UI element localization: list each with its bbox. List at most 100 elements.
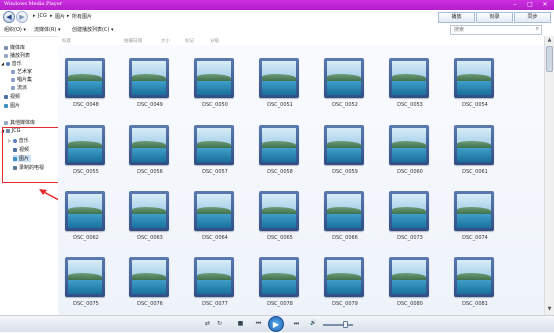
- tab-burn[interactable]: 刻录: [476, 12, 513, 23]
- picture-label: DSC_0053: [397, 102, 423, 108]
- tab-play[interactable]: 播放: [438, 12, 475, 23]
- picture-grid: DSC_0048 DSC_0049 DSC_0050 DSC_0051 DSC_0052…: [58, 45, 544, 315]
- picture-label: DSC_0060: [397, 169, 423, 175]
- picture-label: DSC_0065: [267, 235, 293, 241]
- previous-button[interactable]: ⏮: [254, 319, 263, 328]
- create-playlist-menu[interactable]: 创建播放列表(C) ▾: [72, 26, 114, 33]
- maximize-button[interactable]: □: [523, 0, 537, 9]
- breadcrumb-sep: ▸: [33, 13, 36, 19]
- picture-thumbnail[interactable]: [65, 58, 105, 98]
- picture-thumbnail[interactable]: [389, 191, 429, 231]
- video-icon: [4, 94, 8, 99]
- picture-thumbnail[interactable]: [389, 125, 429, 165]
- picture-thumbnail[interactable]: [65, 191, 105, 231]
- organize-menu[interactable]: 组织(O) ▾: [4, 26, 26, 33]
- volume-icon[interactable]: 🔊: [309, 319, 318, 328]
- search-box[interactable]: 搜索 ⌕: [450, 25, 542, 35]
- picture-thumbnail[interactable]: [194, 58, 234, 98]
- sidebar-item-playlists[interactable]: 播放列表: [4, 52, 30, 59]
- picture-label: DSC_0063: [137, 235, 163, 241]
- picture-label: DSC_0066: [332, 235, 358, 241]
- picture-label: DSC_0074: [462, 235, 488, 241]
- picture-thumbnail[interactable]: [194, 125, 234, 165]
- play-button[interactable]: ▶: [268, 316, 284, 332]
- picture-thumbnail[interactable]: [194, 191, 234, 231]
- sidebar-item-library[interactable]: 媒体库: [4, 44, 25, 51]
- column-tags[interactable]: 标记: [185, 38, 194, 44]
- picture-thumbnail[interactable]: [324, 125, 364, 165]
- forward-button[interactable]: ▶: [16, 11, 28, 23]
- picture-thumbnail[interactable]: [389, 58, 429, 98]
- collapse-arrow-icon[interactable]: ◢: [1, 61, 4, 66]
- vertical-scrollbar[interactable]: ▲ ▼: [544, 36, 554, 315]
- picture-thumbnail[interactable]: [454, 125, 494, 165]
- breadcrumb-sep: ▸: [50, 13, 53, 19]
- sidebar-item-genre[interactable]: 流派: [11, 84, 27, 91]
- picture-thumbnail[interactable]: [454, 191, 494, 231]
- picture-label: DSC_0057: [202, 169, 228, 175]
- tab-sync[interactable]: 同步: [514, 12, 551, 23]
- repeat-button[interactable]: ↻: [215, 319, 224, 328]
- other-libraries-icon: [4, 120, 8, 125]
- breadcrumb-all-pictures[interactable]: 所有图片: [72, 13, 92, 20]
- column-rating[interactable]: 分级: [210, 38, 219, 44]
- shuffle-button[interactable]: ⇄: [203, 319, 212, 328]
- picture-thumbnail[interactable]: [259, 257, 299, 297]
- picture-thumbnail[interactable]: [129, 58, 169, 98]
- picture-thumbnail[interactable]: [129, 125, 169, 165]
- volume-slider-handle[interactable]: [343, 321, 348, 328]
- picture-thumbnail[interactable]: [324, 191, 364, 231]
- picture-thumbnail[interactable]: [389, 257, 429, 297]
- picture-label: DSC_0062: [73, 235, 99, 241]
- sidebar-item-videos[interactable]: 视频: [4, 93, 20, 100]
- player-controls: ⇄ ↻ ■ ⏮ ▶ ⏭ 🔊: [0, 315, 554, 332]
- search-icon[interactable]: ⌕: [536, 25, 539, 33]
- picture-thumbnail[interactable]: [65, 125, 105, 165]
- picture-thumbnail[interactable]: [129, 257, 169, 297]
- picture-thumbnail[interactable]: [259, 125, 299, 165]
- column-size[interactable]: 大小: [161, 38, 170, 44]
- picture-thumbnail[interactable]: [259, 191, 299, 231]
- picture-thumbnail[interactable]: [259, 58, 299, 98]
- stop-button[interactable]: ■: [236, 319, 245, 328]
- close-button[interactable]: ✕: [538, 0, 552, 9]
- picture-label: DSC_0050: [202, 102, 228, 108]
- sidebar-item-artist[interactable]: 艺术家: [11, 68, 32, 75]
- picture-thumbnail[interactable]: [454, 257, 494, 297]
- picture-thumbnail[interactable]: [65, 257, 105, 297]
- breadcrumb-pictures[interactable]: 图片: [55, 13, 65, 20]
- picture-thumbnail[interactable]: [129, 191, 169, 231]
- picture-label: DSC_0048: [73, 102, 99, 108]
- picture-thumbnail[interactable]: [454, 58, 494, 98]
- search-input[interactable]: 搜索: [454, 26, 464, 33]
- album-icon: [11, 77, 15, 82]
- scroll-down-icon[interactable]: ▼: [546, 306, 553, 313]
- picture-label: DSC_0073: [397, 235, 423, 241]
- scroll-up-icon[interactable]: ▲: [546, 37, 553, 44]
- picture-thumbnail[interactable]: [194, 257, 234, 297]
- library-icon: [4, 45, 8, 50]
- column-title[interactable]: 标题: [62, 38, 71, 44]
- back-button[interactable]: ◀: [3, 11, 15, 23]
- sidebar-item-music[interactable]: ◢ 音乐: [1, 60, 22, 67]
- breadcrumb-jcg[interactable]: JCG: [38, 13, 47, 19]
- picture-label: DSC_0049: [137, 102, 163, 108]
- next-button[interactable]: ⏭: [292, 319, 301, 328]
- picture-thumbnail[interactable]: [324, 257, 364, 297]
- annotation-box: [2, 127, 60, 183]
- title-bar[interactable]: Windows Media Player – □ ✕: [0, 0, 554, 10]
- column-date-taken[interactable]: 拍摄日期: [124, 38, 142, 44]
- picture-thumbnail[interactable]: [324, 58, 364, 98]
- sidebar-item-pictures[interactable]: 图片: [4, 102, 20, 109]
- volume-slider[interactable]: [323, 324, 353, 326]
- stream-menu[interactable]: 流媒体(R) ▾: [34, 26, 60, 33]
- playlist-icon: [4, 53, 8, 58]
- picture-label: DSC_0077: [202, 301, 228, 307]
- picture-label: DSC_0061: [462, 169, 488, 175]
- picture-label: DSC_0080: [397, 301, 423, 307]
- sidebar-item-other-libraries[interactable]: 其他媒体库: [4, 119, 35, 126]
- picture-label: DSC_0079: [332, 301, 358, 307]
- sidebar-item-album[interactable]: 唱片集: [11, 76, 32, 83]
- scroll-thumb[interactable]: [546, 46, 553, 72]
- minimize-button[interactable]: –: [508, 0, 522, 9]
